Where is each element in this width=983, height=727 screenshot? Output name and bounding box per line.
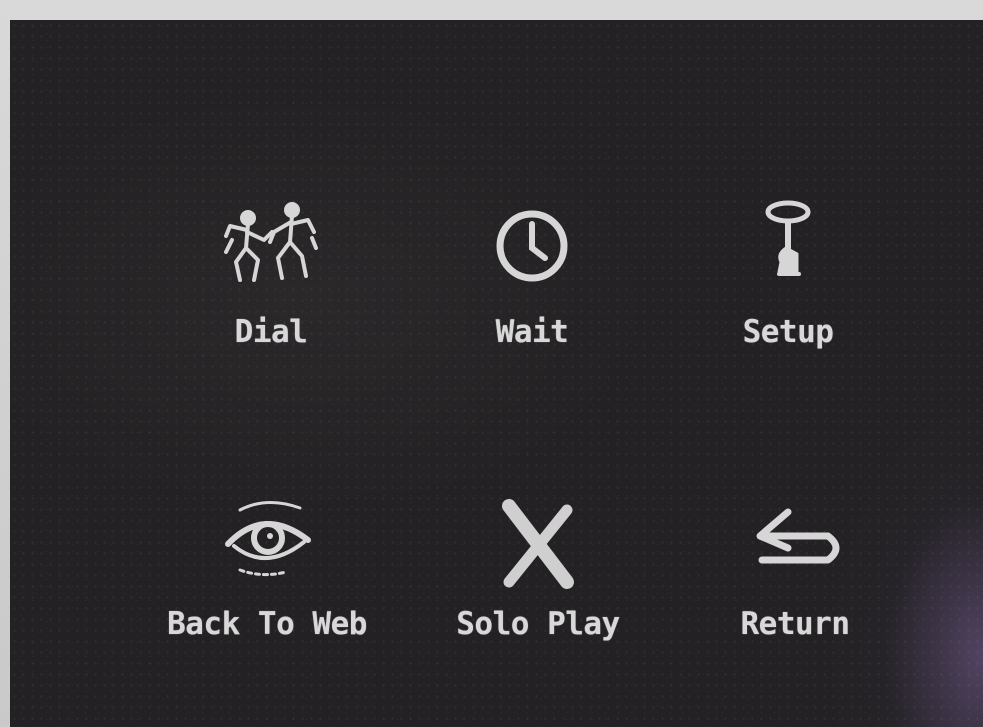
dancing-figures-icon bbox=[216, 196, 326, 296]
wait-button[interactable]: Wait bbox=[402, 196, 662, 356]
key-icon bbox=[733, 196, 843, 296]
setup-button[interactable]: Setup bbox=[658, 196, 918, 356]
dial-button[interactable]: Dial bbox=[141, 196, 401, 356]
return-arrow-icon bbox=[740, 496, 850, 596]
back-to-web-label: Back To Web bbox=[167, 606, 367, 642]
setup-label: Setup bbox=[742, 314, 834, 350]
wait-label: Wait bbox=[495, 314, 569, 350]
eye-icon bbox=[212, 496, 322, 596]
clock-icon bbox=[477, 196, 587, 296]
menu-screen: Dial Wait Setup Back To Web Solo Play Re… bbox=[10, 20, 983, 727]
solo-play-label: Solo Play bbox=[456, 606, 620, 642]
back-to-web-button[interactable]: Back To Web bbox=[137, 496, 397, 656]
solo-play-button[interactable]: Solo Play bbox=[408, 496, 668, 656]
return-label: Return bbox=[740, 606, 850, 642]
return-button[interactable]: Return bbox=[665, 496, 925, 656]
x-cross-icon bbox=[483, 496, 593, 596]
dial-label: Dial bbox=[234, 314, 308, 350]
device-frame: Dial Wait Setup Back To Web Solo Play Re… bbox=[0, 0, 983, 727]
